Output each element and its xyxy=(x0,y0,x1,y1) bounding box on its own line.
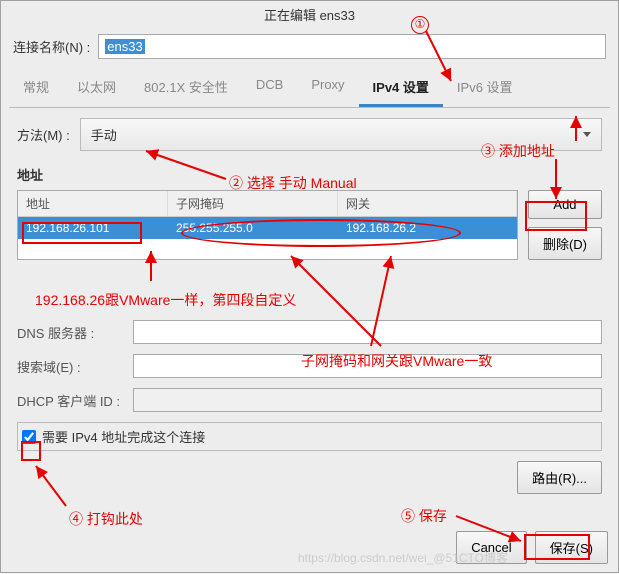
window-title: 正在编辑 ens33 xyxy=(1,1,618,28)
tab-ethernet[interactable]: 以太网 xyxy=(63,69,130,107)
add-button[interactable]: Add xyxy=(528,190,602,219)
routes-button[interactable]: 路由(R)... xyxy=(517,461,602,494)
method-label: 方法(M) : xyxy=(17,125,70,144)
tab-proxy[interactable]: Proxy xyxy=(297,69,358,107)
connection-name-label: 连接名称(N) : xyxy=(13,37,90,56)
search-domain-label: 搜索域(E) : xyxy=(17,357,127,376)
dns-input[interactable] xyxy=(133,320,602,344)
table-row[interactable]: 192.168.26.101 255.255.255.0 192.168.26.… xyxy=(18,217,517,239)
address-table[interactable]: 地址 子网掩码 网关 192.168.26.101 255.255.255.0 … xyxy=(17,190,518,260)
col-netmask: 子网掩码 xyxy=(168,191,338,216)
save-button[interactable]: 保存(S) xyxy=(535,531,608,564)
anno-4: ④ 打钩此处 xyxy=(69,509,143,529)
require-ipv4-checkbox[interactable] xyxy=(22,430,36,444)
dns-label: DNS 服务器 : xyxy=(17,323,127,342)
search-domain-input[interactable] xyxy=(133,354,602,378)
tab-8021x[interactable]: 802.1X 安全性 xyxy=(130,69,242,107)
tab-ipv6[interactable]: IPv6 设置 xyxy=(443,69,527,107)
address-section-title: 地址 xyxy=(17,165,602,184)
tab-general[interactable]: 常规 xyxy=(9,69,63,107)
col-address: 地址 xyxy=(18,191,168,216)
dhcp-client-id-input xyxy=(133,388,602,412)
tab-dcb[interactable]: DCB xyxy=(242,69,297,107)
col-gateway: 网关 xyxy=(338,191,517,216)
require-ipv4-label: 需要 IPv4 地址完成这个连接 xyxy=(42,427,205,446)
watermark-text: https://blog.csdn.net/wei_@51CTO博客 xyxy=(298,549,508,566)
method-dropdown[interactable]: 手动 xyxy=(80,118,602,151)
tab-bar: 常规 以太网 802.1X 安全性 DCB Proxy IPv4 设置 IPv6… xyxy=(9,69,610,108)
connection-name-input[interactable]: ens33 xyxy=(98,34,606,59)
tab-ipv4[interactable]: IPv4 设置 xyxy=(359,69,443,107)
chevron-down-icon xyxy=(583,132,591,137)
delete-button[interactable]: 删除(D) xyxy=(528,227,602,260)
dhcp-client-id-label: DHCP 客户端 ID : xyxy=(17,391,127,410)
anno-5: ⑤ 保存 xyxy=(401,506,447,526)
